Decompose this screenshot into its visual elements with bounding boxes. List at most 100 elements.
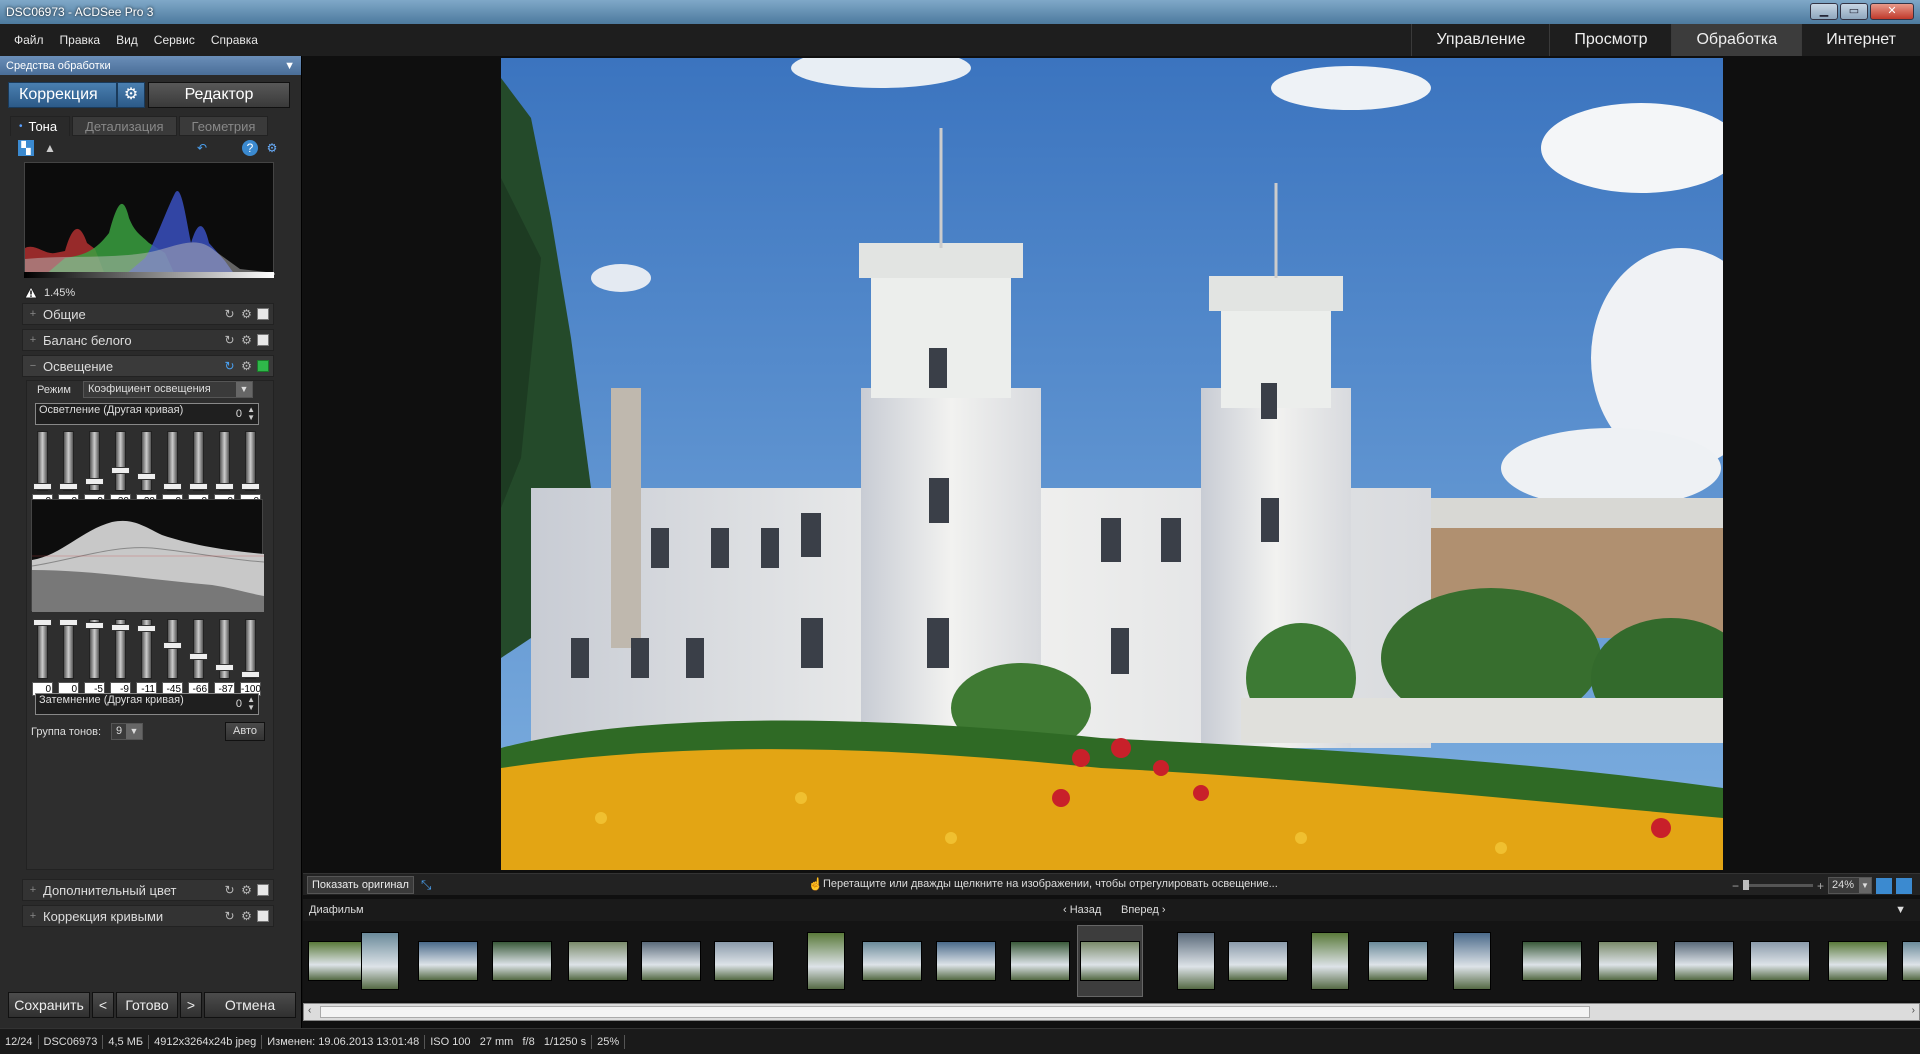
show-original-button[interactable]: Показать оригинал	[307, 876, 414, 894]
lighten-slider[interactable]: 0	[162, 431, 183, 509]
lighten-slider[interactable]: 30	[110, 431, 131, 509]
filmstrip-collapse-icon[interactable]: ▼	[1895, 904, 1906, 916]
histogram-channel-icon[interactable]: ▚	[18, 140, 34, 156]
filmstrip-scrollbar[interactable]: ‹ ›	[303, 1003, 1920, 1021]
expand-icon[interactable]: +	[27, 308, 39, 320]
filmstrip-thumbnail[interactable]	[1163, 925, 1229, 997]
section-lighting[interactable]: − Освещение ↻ ⚙	[22, 355, 274, 377]
chevron-down-icon[interactable]: ▼	[1859, 878, 1871, 893]
lighten-slider-knob[interactable]	[33, 483, 52, 490]
darken-slider[interactable]: 0	[58, 619, 79, 697]
darken-slider-knob[interactable]	[215, 664, 234, 672]
mode-select[interactable]: Коэфициент освещения ▼	[83, 381, 253, 398]
filmstrip-thumbnail[interactable]	[1519, 925, 1585, 997]
filmstrip-thumbnail[interactable]	[347, 925, 413, 997]
filmstrip-thumbnail[interactable]	[1365, 925, 1431, 997]
darken-slider-knob[interactable]	[59, 619, 78, 626]
darken-slider[interactable]: -66	[188, 619, 209, 697]
prev-button[interactable]: <	[92, 992, 114, 1018]
darken-slider[interactable]: -5	[84, 619, 105, 697]
lighten-slider-track[interactable]	[115, 431, 126, 491]
filmstrip-thumbnail[interactable]	[859, 925, 925, 997]
zoom-select[interactable]: 24% ▼	[1828, 877, 1872, 894]
filmstrip-thumbnail[interactable]	[1439, 925, 1505, 997]
gear-icon[interactable]: ⚙	[240, 359, 253, 373]
cancel-button[interactable]: Отмена	[204, 992, 296, 1018]
filmstrip-thumbnail[interactable]	[933, 925, 999, 997]
tab-process[interactable]: Обработка	[1671, 24, 1802, 56]
filmstrip-thumbnail[interactable]	[1225, 925, 1291, 997]
darken-slider-knob[interactable]	[33, 619, 52, 626]
lighten-slider[interactable]: 0	[32, 431, 53, 509]
correction-settings-gear-icon[interactable]: ⚙	[117, 82, 145, 108]
spin-arrows-icon[interactable]: ▲ ▼	[247, 696, 255, 712]
lighten-slider-knob[interactable]	[137, 472, 156, 480]
undo-icon[interactable]: ↶	[194, 140, 210, 156]
done-button[interactable]: Готово	[116, 992, 178, 1018]
darken-slider[interactable]: -87	[214, 619, 235, 697]
lighten-slider[interactable]: 0	[214, 431, 235, 509]
expand-icon[interactable]: +	[27, 910, 39, 922]
enable-checkbox[interactable]	[257, 334, 269, 346]
filmstrip-thumbnail[interactable]	[415, 925, 481, 997]
zoom-slider[interactable]	[1742, 880, 1813, 890]
lighting-curve[interactable]	[31, 499, 265, 612]
panel-dropdown-icon[interactable]: ▼	[284, 60, 295, 72]
darken-slider-track[interactable]	[193, 619, 204, 679]
chevron-down-icon[interactable]: ▼	[126, 724, 142, 739]
gear-icon[interactable]: ⚙	[240, 883, 253, 897]
darken-slider-knob[interactable]	[111, 623, 130, 631]
tone-group-select[interactable]: 9 ▼	[111, 723, 143, 740]
save-button[interactable]: Сохранить	[8, 992, 90, 1018]
help-icon[interactable]: ?	[242, 140, 258, 156]
lighten-slider-track[interactable]	[245, 431, 256, 491]
tab-geometry[interactable]: Геометрия	[178, 116, 269, 136]
tab-online[interactable]: Интернет	[1801, 24, 1920, 56]
gear-icon[interactable]: ⚙	[240, 333, 253, 347]
enable-checkbox[interactable]	[257, 360, 269, 372]
tab-detail[interactable]: Детализация	[72, 116, 177, 136]
auto-button[interactable]: Авто	[225, 722, 265, 741]
filmstrip-thumbnail[interactable]	[1007, 925, 1073, 997]
maximize-button[interactable]: ▭	[1840, 3, 1868, 20]
filmstrip-forward[interactable]: Вперед ›	[1121, 904, 1166, 916]
photo-castle[interactable]	[501, 58, 1723, 870]
filmstrip-back[interactable]: ‹ Назад	[1063, 904, 1101, 916]
reset-icon[interactable]: ↻	[223, 359, 236, 373]
minimize-button[interactable]: ▁	[1810, 3, 1838, 20]
darken-spinbox[interactable]: Затемнение (Другая кривая) 0 ▲ ▼	[35, 693, 259, 715]
filmstrip-thumbnail[interactable]	[565, 925, 631, 997]
menu-file[interactable]: Файл	[0, 33, 52, 47]
expand-icon[interactable]: +	[27, 334, 39, 346]
darken-slider-knob[interactable]	[85, 621, 104, 629]
zoom-slider-thumb[interactable]	[1742, 880, 1749, 890]
menu-view[interactable]: Вид	[108, 33, 146, 47]
tab-manage[interactable]: Управление	[1411, 24, 1550, 56]
editor-button[interactable]: Редактор	[148, 82, 290, 108]
filmstrip-thumbnail-selected[interactable]	[1077, 925, 1143, 997]
filmstrip-thumbnail[interactable]	[1899, 925, 1920, 997]
tab-tones[interactable]: Тона	[10, 116, 71, 136]
darken-slider-knob[interactable]	[241, 671, 260, 678]
reset-icon[interactable]: ↻	[223, 883, 236, 897]
lighten-slider-track[interactable]	[37, 431, 48, 491]
reset-icon[interactable]: ↻	[223, 307, 236, 321]
darken-slider-track[interactable]	[63, 619, 74, 679]
lighten-slider-knob[interactable]	[85, 478, 104, 486]
scroll-left-icon[interactable]: ‹	[308, 1005, 311, 1016]
section-general[interactable]: + Общие ↻ ⚙	[22, 303, 274, 325]
filmstrip-thumbnail[interactable]	[1825, 925, 1891, 997]
lighten-slider-knob[interactable]	[189, 483, 208, 490]
filmstrip-thumbnail[interactable]	[1671, 925, 1737, 997]
lighten-slider[interactable]: 20	[136, 431, 157, 509]
darken-slider-knob[interactable]	[163, 642, 182, 650]
enable-checkbox[interactable]	[257, 884, 269, 896]
lighten-slider-knob[interactable]	[59, 483, 78, 490]
collapse-icon[interactable]: −	[27, 360, 39, 372]
filmstrip-thumbnail[interactable]	[793, 925, 859, 997]
darken-slider[interactable]: -45	[162, 619, 183, 697]
reset-icon[interactable]: ↻	[223, 909, 236, 923]
lighten-slider-track[interactable]	[63, 431, 74, 491]
darken-slider-knob[interactable]	[137, 624, 156, 632]
next-button[interactable]: >	[180, 992, 202, 1018]
